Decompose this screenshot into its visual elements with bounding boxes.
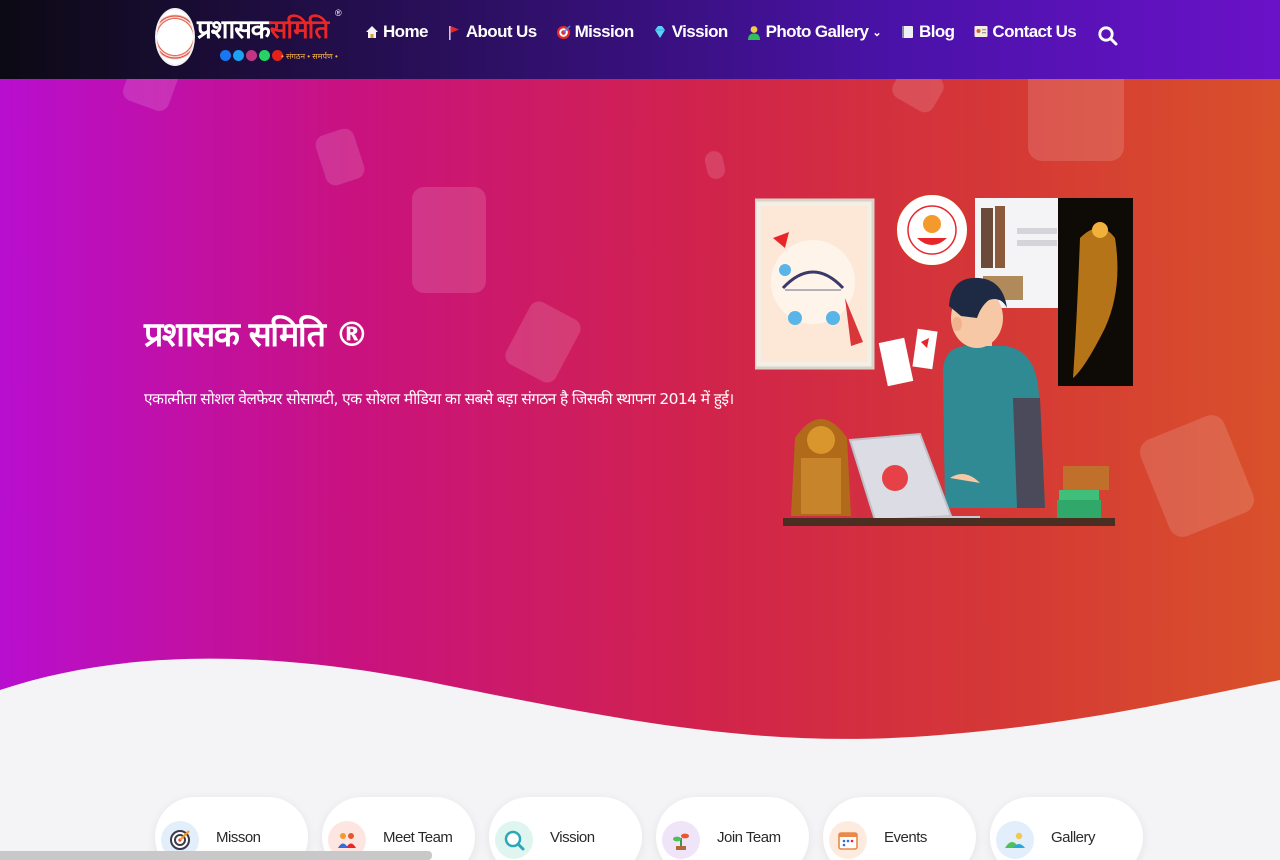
feature-label: Join Team	[717, 829, 781, 846]
desk	[783, 518, 1115, 526]
decor-square	[1028, 79, 1124, 161]
site-header: प्रशासकसमिति ® • संगठन • समर्पण • Home A…	[0, 0, 1280, 79]
hero-title: प्रशासक समिति ®	[144, 315, 369, 355]
nav-blog[interactable]: Blog	[900, 22, 955, 42]
logo-seal-icon	[155, 8, 195, 66]
feature-join-team[interactable]: Join Team	[656, 797, 809, 860]
decor-square	[412, 187, 486, 293]
plant-icon	[662, 821, 700, 859]
twitter-icon[interactable]	[233, 50, 244, 61]
feature-label: Events	[884, 829, 927, 846]
hero-subtitle: एकात्मीता सोशल वेलफेयर सोसायटी, एक सोशल …	[144, 390, 734, 408]
feature-events[interactable]: Events	[823, 797, 976, 860]
nav-about-us[interactable]: About Us	[447, 22, 537, 42]
main-nav: Home About Us Mission Vission Photo Gall…	[364, 22, 1095, 42]
chevron-down-icon: ⌄	[872, 26, 882, 39]
book-icon	[900, 25, 915, 40]
decor-square	[1135, 410, 1259, 542]
image-icon	[996, 821, 1034, 859]
brand-logo[interactable]: प्रशासकसमिति ® • संगठन • समर्पण •	[155, 8, 343, 68]
hero-illustration	[753, 178, 1135, 528]
search-icon[interactable]	[1097, 25, 1119, 47]
decor-square	[703, 149, 727, 181]
feature-gallery[interactable]: Gallery	[990, 797, 1143, 860]
calendar-icon	[829, 821, 867, 859]
nav-vission[interactable]: Vission	[653, 22, 728, 42]
brand-name: प्रशासकसमिति	[197, 15, 329, 45]
feature-label: Meet Team	[383, 829, 453, 846]
golden-idol	[791, 419, 851, 516]
feature-label: Misson	[216, 829, 261, 846]
paper-notes	[878, 328, 938, 387]
decor-square	[312, 126, 368, 188]
person-figure	[942, 277, 1045, 508]
decor-square	[888, 79, 948, 116]
decor-square	[120, 79, 182, 114]
nav-mission[interactable]: Mission	[556, 22, 634, 42]
flag-icon	[447, 25, 462, 40]
whatsapp-icon[interactable]	[259, 50, 270, 61]
feature-label: Vission	[550, 829, 595, 846]
decor-square	[501, 297, 585, 387]
book-stack	[1057, 466, 1109, 518]
user-icon	[747, 25, 762, 40]
seal-emblem	[895, 193, 969, 267]
nav-home[interactable]: Home	[364, 22, 428, 42]
feature-vission[interactable]: Vission	[489, 797, 642, 860]
facebook-icon[interactable]	[220, 50, 231, 61]
target-icon	[556, 24, 571, 40]
social-icons	[220, 50, 283, 61]
feature-label: Gallery	[1051, 829, 1096, 846]
brand-tagline: • संगठन • समर्पण •	[281, 52, 338, 61]
home-icon	[364, 25, 379, 40]
brand-reg-mark: ®	[335, 8, 342, 18]
instagram-icon[interactable]	[246, 50, 257, 61]
diamond-icon	[653, 25, 668, 40]
horizontal-scrollbar[interactable]	[0, 851, 432, 860]
nav-contact-us[interactable]: Contact Us	[973, 22, 1077, 42]
magnifier-icon	[495, 821, 533, 859]
contact-card-icon	[973, 25, 988, 40]
nav-photo-gallery[interactable]: Photo Gallery ⌄	[747, 22, 882, 42]
golden-poster	[1058, 198, 1133, 386]
poster-frame	[753, 198, 875, 370]
